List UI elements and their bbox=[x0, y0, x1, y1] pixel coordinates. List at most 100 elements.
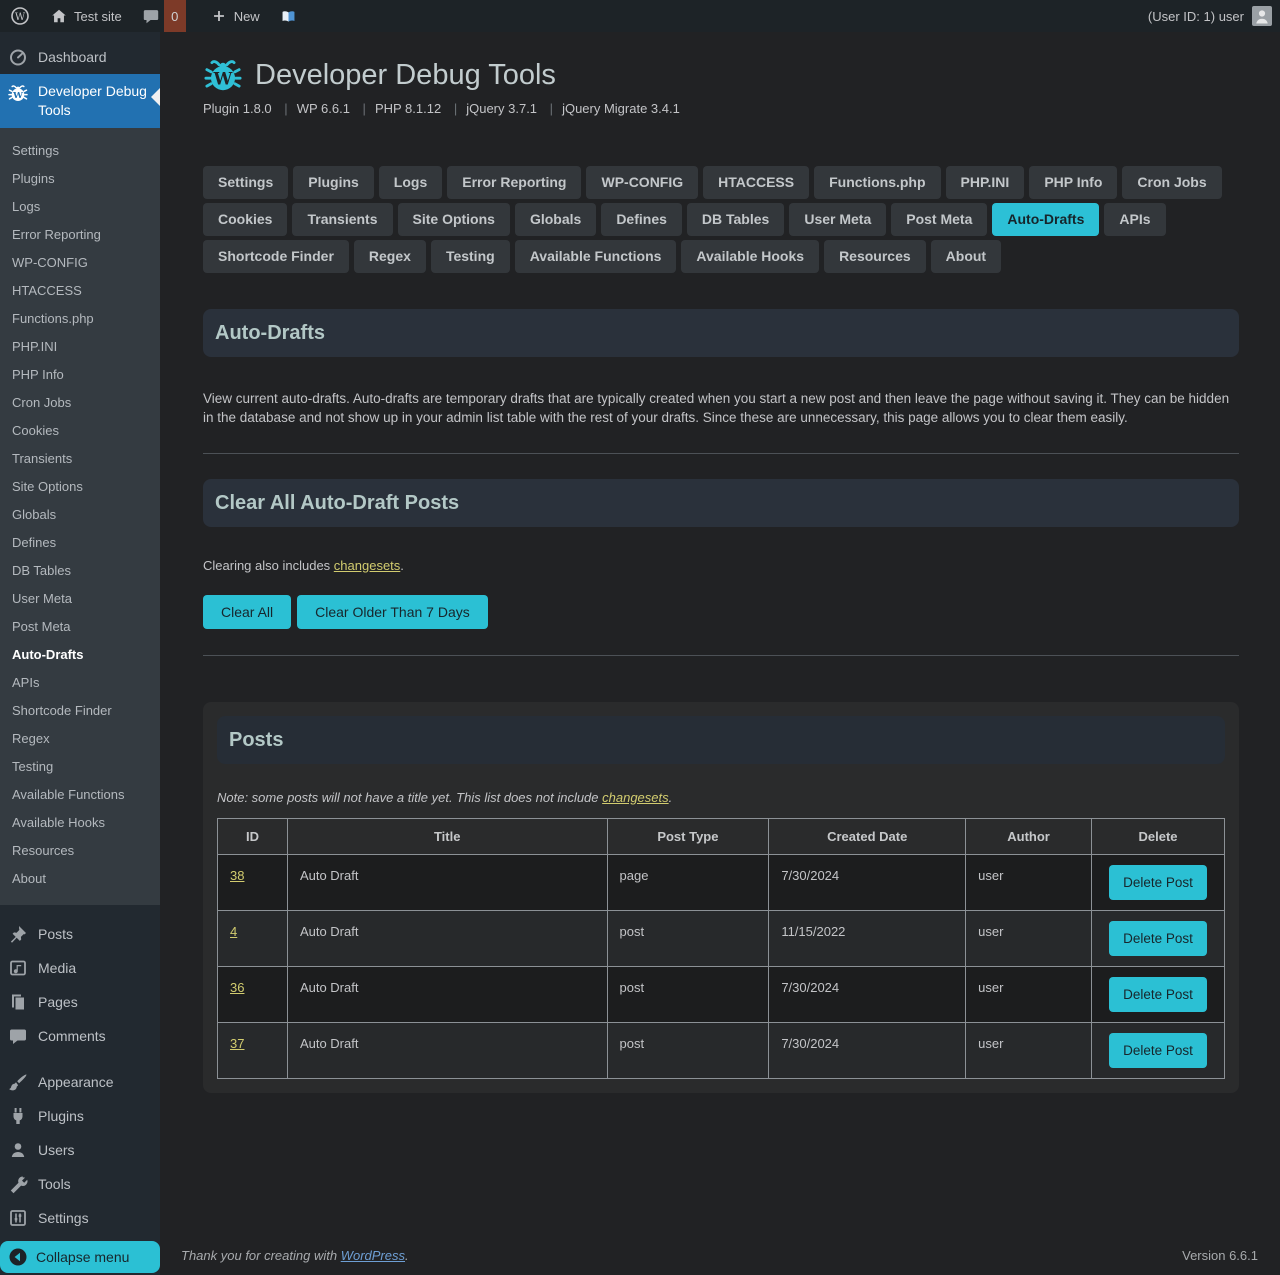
changesets-link[interactable]: changesets bbox=[602, 790, 669, 805]
submenu-item[interactable]: WP-CONFIG bbox=[0, 249, 160, 277]
sidebar-item-settings[interactable]: Settings bbox=[0, 1201, 160, 1235]
version-info-item: jQuery Migrate 3.4.1 bbox=[562, 101, 680, 116]
user-account-menu[interactable]: (User ID: 1) user bbox=[1148, 6, 1280, 26]
debug-tab[interactable]: Error Reporting bbox=[447, 166, 581, 199]
submenu-item[interactable]: Post Meta bbox=[0, 613, 160, 641]
submenu-item[interactable]: Shortcode Finder bbox=[0, 697, 160, 725]
sidebar-item-label: Pages bbox=[38, 994, 78, 1010]
debug-tab[interactable]: User Meta bbox=[789, 203, 886, 236]
submenu-item[interactable]: Regex bbox=[0, 725, 160, 753]
debug-tab[interactable]: Transients bbox=[292, 203, 392, 236]
debug-tab[interactable]: WP-CONFIG bbox=[586, 166, 698, 199]
submenu-item[interactable]: Functions.php bbox=[0, 305, 160, 333]
debug-tab[interactable]: Settings bbox=[203, 166, 288, 199]
debug-tab[interactable]: Cookies bbox=[203, 203, 287, 236]
sidebar-item-comments[interactable]: Comments bbox=[0, 1019, 160, 1053]
posts-card: Posts Note: some posts will not have a t… bbox=[203, 702, 1239, 1093]
submenu-item[interactable]: PHP Info bbox=[0, 361, 160, 389]
submenu-item[interactable]: Globals bbox=[0, 501, 160, 529]
submenu-item[interactable]: PHP.INI bbox=[0, 333, 160, 361]
debug-tools-tab-bar: Settings Plugins Logs Error Reporting WP… bbox=[203, 166, 1239, 273]
submenu-item[interactable]: Error Reporting bbox=[0, 221, 160, 249]
collapse-menu-button[interactable]: Collapse menu bbox=[0, 1241, 160, 1273]
delete-post-button[interactable]: Delete Post bbox=[1109, 865, 1207, 900]
debug-tab[interactable]: DB Tables bbox=[687, 203, 784, 236]
submenu-item[interactable]: Available Functions bbox=[0, 781, 160, 809]
sidebar-item-dashboard[interactable]: Dashboard bbox=[0, 40, 160, 74]
debug-tab[interactable]: APIs bbox=[1104, 203, 1165, 236]
footer-thanks: Thank you for creating with WordPress. bbox=[181, 1248, 409, 1263]
debug-tab[interactable]: Testing bbox=[431, 240, 510, 273]
debug-tab[interactable]: Logs bbox=[379, 166, 442, 199]
sidebar-item-tools[interactable]: Tools bbox=[0, 1167, 160, 1201]
debug-tab[interactable]: Defines bbox=[601, 203, 682, 236]
submenu-item[interactable]: Plugins bbox=[0, 165, 160, 193]
debug-tab[interactable]: HTACCESS bbox=[703, 166, 809, 199]
new-content-button[interactable]: New bbox=[200, 0, 270, 32]
debug-tab[interactable]: Site Options bbox=[398, 203, 510, 236]
home-icon bbox=[50, 7, 68, 25]
submenu-item[interactable]: APIs bbox=[0, 669, 160, 697]
submenu-item[interactable]: Transients bbox=[0, 445, 160, 473]
submenu-item[interactable]: HTACCESS bbox=[0, 277, 160, 305]
submenu-item[interactable]: Defines bbox=[0, 529, 160, 557]
delete-post-button[interactable]: Delete Post bbox=[1109, 977, 1207, 1012]
debug-tab[interactable]: Globals bbox=[515, 203, 596, 236]
submenu-item[interactable]: Available Hooks bbox=[0, 809, 160, 837]
debug-tab[interactable]: Plugins bbox=[293, 166, 374, 199]
debug-tab[interactable]: Cron Jobs bbox=[1122, 166, 1221, 199]
submenu-item[interactable]: Resources bbox=[0, 837, 160, 865]
debug-tab[interactable]: Shortcode Finder bbox=[203, 240, 349, 273]
submenu-item[interactable]: User Meta bbox=[0, 585, 160, 613]
debug-tab[interactable]: Available Functions bbox=[515, 240, 677, 273]
sidebar-item-media[interactable]: Media bbox=[0, 951, 160, 985]
debug-tab[interactable]: Resources bbox=[824, 240, 926, 273]
submenu-item[interactable]: Site Options bbox=[0, 473, 160, 501]
post-id-link[interactable]: 37 bbox=[230, 1036, 244, 1051]
section-heading: Auto-Drafts bbox=[215, 321, 1227, 345]
sidebar-item-users[interactable]: Users bbox=[0, 1133, 160, 1167]
clear-all-button[interactable]: Clear All bbox=[203, 595, 291, 629]
paintbrush-icon bbox=[8, 1072, 28, 1092]
debug-tab[interactable]: Functions.php bbox=[814, 166, 940, 199]
submenu-item[interactable]: Cookies bbox=[0, 417, 160, 445]
media-icon bbox=[8, 958, 28, 978]
post-id-link[interactable]: 36 bbox=[230, 980, 244, 995]
post-id-link[interactable]: 4 bbox=[230, 924, 237, 939]
comments-shortcut[interactable] bbox=[132, 0, 164, 32]
submenu-item[interactable]: About bbox=[0, 865, 160, 893]
debug-tab[interactable]: Available Hooks bbox=[681, 240, 819, 273]
submenu-item[interactable]: Auto-Drafts bbox=[0, 641, 160, 669]
delete-post-button[interactable]: Delete Post bbox=[1109, 921, 1207, 956]
submenu-item[interactable]: DB Tables bbox=[0, 557, 160, 585]
pushpin-icon bbox=[8, 924, 28, 944]
debug-tab[interactable]: About bbox=[931, 240, 1001, 273]
sidebar-item-posts[interactable]: Posts bbox=[0, 917, 160, 951]
submenu-item[interactable]: Cron Jobs bbox=[0, 389, 160, 417]
submenu-item[interactable]: Settings bbox=[0, 137, 160, 165]
footer-version: Version 6.6.1 bbox=[1182, 1248, 1258, 1263]
site-link[interactable]: Test site bbox=[40, 0, 132, 32]
sidebar-item-developer-debug-tools[interactable]: W Developer Debug Tools bbox=[0, 74, 160, 128]
debug-tab[interactable]: PHP.INI bbox=[946, 166, 1025, 199]
comments-count-badge[interactable]: 0 bbox=[164, 0, 186, 32]
delete-post-button[interactable]: Delete Post bbox=[1109, 1033, 1207, 1068]
submenu-item[interactable]: Testing bbox=[0, 753, 160, 781]
sidebar-item-appearance[interactable]: Appearance bbox=[0, 1065, 160, 1099]
submenu-item[interactable]: Logs bbox=[0, 193, 160, 221]
post-id-link[interactable]: 38 bbox=[230, 868, 244, 883]
clear-older-button[interactable]: Clear Older Than 7 Days bbox=[297, 595, 488, 629]
version-info-item: jQuery 3.7.1 bbox=[466, 101, 537, 116]
changesets-link[interactable]: changesets bbox=[334, 558, 401, 573]
debug-tab[interactable]: Post Meta bbox=[891, 203, 987, 236]
collapse-arrow-icon bbox=[8, 1247, 28, 1267]
clear-section-header: Clear All Auto-Draft Posts bbox=[203, 479, 1239, 527]
debug-tab[interactable]: PHP Info bbox=[1029, 166, 1117, 199]
sidebar-item-pages[interactable]: Pages bbox=[0, 985, 160, 1019]
wordpress-menu-button[interactable]: W bbox=[0, 0, 40, 32]
debug-tab[interactable]: Auto-Drafts bbox=[992, 203, 1099, 236]
docs-shortcut[interactable] bbox=[270, 0, 307, 32]
sidebar-item-plugins[interactable]: Plugins bbox=[0, 1099, 160, 1133]
debug-tab[interactable]: Regex bbox=[354, 240, 426, 273]
wordpress-link[interactable]: WordPress bbox=[341, 1248, 405, 1263]
